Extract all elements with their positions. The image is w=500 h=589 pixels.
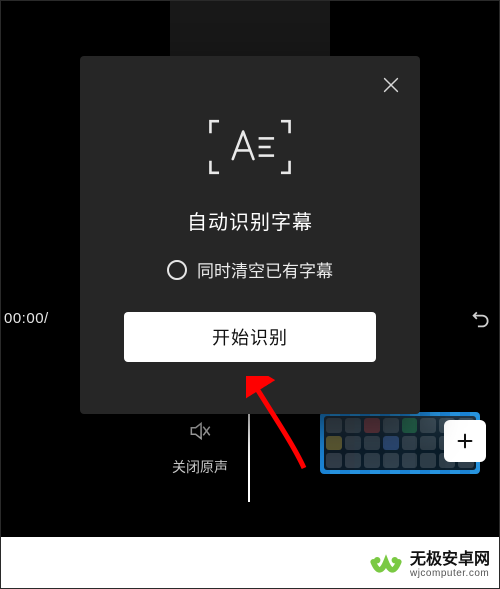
close-button[interactable] bbox=[374, 68, 408, 102]
dialog-title: 自动识别字幕 bbox=[80, 206, 420, 235]
video-preview-strip bbox=[170, 0, 330, 60]
redo-button[interactable] bbox=[464, 306, 494, 336]
speaker-off-icon bbox=[187, 431, 213, 448]
close-icon bbox=[380, 74, 402, 96]
watermark-brand: 无极安卓网 bbox=[410, 551, 490, 569]
timecode: 00:00/ bbox=[4, 310, 49, 327]
plus-icon bbox=[454, 430, 476, 452]
clear-existing-option[interactable]: 同时清空已有字幕 bbox=[80, 257, 420, 282]
watermark-url: wjcomputer.com bbox=[410, 568, 490, 579]
site-watermark: 无极安卓网 wjcomputer.com bbox=[370, 549, 490, 581]
mute-original-audio[interactable]: 关闭原声 bbox=[140, 418, 260, 477]
start-recognition-button[interactable]: 开始识别 bbox=[124, 312, 376, 362]
radio-unchecked-icon bbox=[167, 260, 187, 280]
add-clip-button[interactable] bbox=[444, 420, 486, 462]
redo-icon bbox=[466, 308, 492, 334]
watermark-logo-icon bbox=[370, 549, 402, 581]
subtitle-recognition-icon bbox=[207, 112, 293, 182]
mute-label: 关闭原声 bbox=[140, 457, 260, 477]
clear-existing-label: 同时清空已有字幕 bbox=[197, 257, 333, 282]
auto-subtitle-dialog: 自动识别字幕 同时清空已有字幕 开始识别 bbox=[80, 56, 420, 414]
